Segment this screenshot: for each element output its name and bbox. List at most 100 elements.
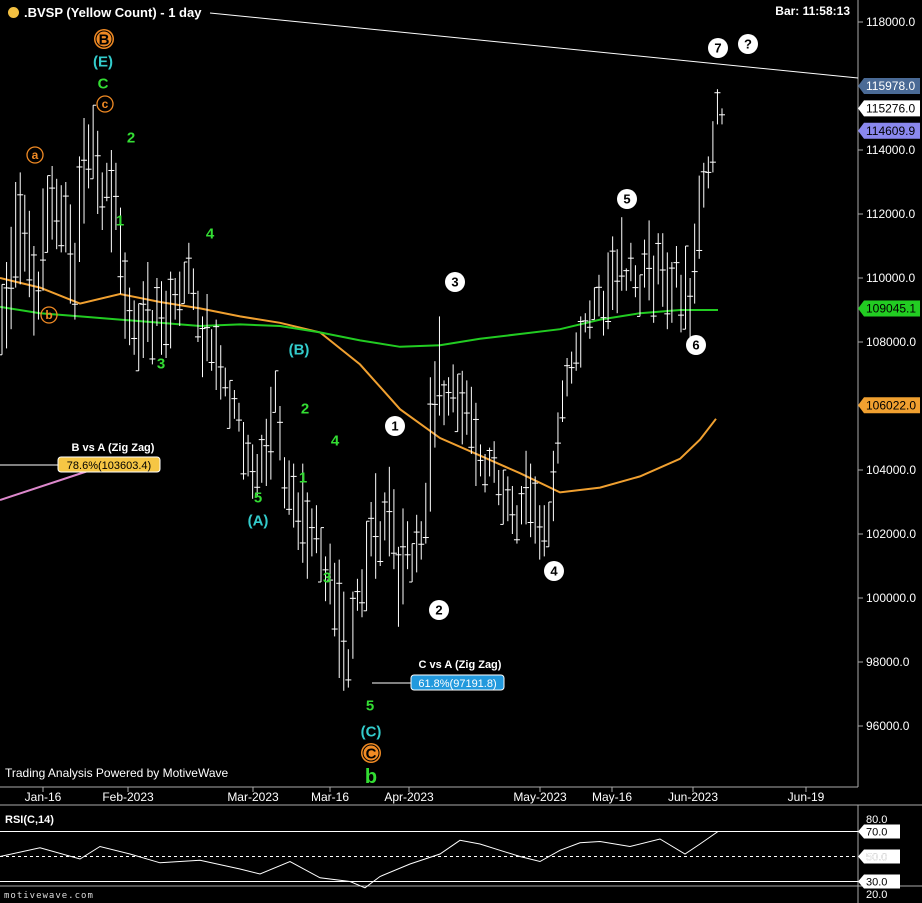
- wave-label-text: 2: [127, 129, 135, 146]
- wave-label-text: b: [45, 308, 52, 322]
- wave-label-text: a: [32, 148, 39, 162]
- wave-label: 3: [323, 569, 331, 586]
- x-tick-label: Mar-2023: [227, 790, 279, 804]
- wave-label: 1: [299, 469, 307, 486]
- wave-label-text: 5: [254, 489, 262, 506]
- wave-label-text: 4: [206, 225, 215, 242]
- wave-label: 3: [157, 355, 165, 372]
- wave-label: 4: [544, 561, 564, 581]
- wave-label-text: 4: [550, 564, 558, 579]
- footer-brand: motivewave.com: [4, 891, 94, 901]
- wave-label: ?: [738, 34, 758, 54]
- wave-label: 5: [617, 189, 637, 209]
- x-tick-label: May-16: [592, 790, 632, 804]
- price-tag-label: 109045.1: [866, 302, 916, 316]
- y-tick-label: 112000.0: [866, 207, 915, 221]
- wave-label: 3: [445, 272, 465, 292]
- y-tick-label: 104000.0: [866, 463, 916, 477]
- wave-label: 1: [385, 416, 405, 436]
- price-tag-label: 115276.0: [866, 101, 915, 115]
- wave-label-text: 5: [623, 192, 630, 207]
- wave-label: (C): [361, 723, 382, 740]
- price-tag-high: 115978.0: [858, 78, 920, 94]
- wave-label-text: (B): [289, 341, 310, 358]
- wave-label-text: ?: [744, 37, 752, 52]
- wave-label-text: (C): [361, 723, 382, 740]
- wave-label-text: 7: [714, 41, 721, 56]
- wave-label: 2: [301, 400, 309, 417]
- price-tag-last: 115276.0: [858, 100, 920, 117]
- y-tick-label: 114000.0: [866, 143, 915, 157]
- wave-label: (E): [93, 53, 113, 70]
- wave-label-text: 2: [301, 400, 309, 417]
- wave-label: 2: [429, 600, 449, 620]
- wave-label-text: (A): [248, 512, 269, 529]
- wave-label-text: (E): [93, 53, 113, 70]
- wave-label: C: [361, 743, 381, 763]
- y-tick-label: 96000.0: [866, 719, 910, 733]
- x-tick-label: Jun-19: [788, 790, 825, 804]
- wave-label: 2: [127, 129, 135, 146]
- price-tag-label: 115978.0: [866, 79, 915, 93]
- wave-label: 5: [254, 489, 262, 506]
- x-tick-label: Mar-16: [311, 790, 349, 804]
- rsi-level-tag: 70.0: [866, 827, 887, 839]
- wave-label-text: 1: [116, 212, 124, 229]
- rsi-tick-label: 80.0: [866, 814, 887, 826]
- status-dot-icon: [8, 7, 19, 18]
- price-tag-ma_slow: 109045.1: [858, 300, 920, 317]
- chart-title-text: .BVSP (Yellow Count) - 1 day: [24, 5, 202, 20]
- wave-label-text: B: [99, 31, 110, 48]
- wave-label-text: 5: [366, 697, 374, 714]
- wave-label-text: 2: [435, 603, 442, 618]
- wave-label-text: 1: [299, 469, 307, 486]
- wave-label-text: 4: [331, 432, 340, 449]
- price-tag-label: 106022.0: [866, 398, 916, 412]
- x-tick-label: May-2023: [513, 790, 567, 804]
- watermark: Trading Analysis Powered by MotiveWave: [5, 766, 229, 780]
- wave-label-text: 3: [451, 275, 458, 290]
- rsi-label: RSI(C,14): [5, 814, 54, 826]
- wave-label: 4: [331, 432, 340, 449]
- wave-label: 4: [206, 225, 215, 242]
- fib-title: C vs A (Zig Zag): [419, 659, 502, 671]
- fib-tag: 78.6%(103603.4): [67, 460, 151, 472]
- wave-label-text: 3: [323, 569, 331, 586]
- price-tag-label: 114609.9: [866, 124, 915, 138]
- wave-label: b: [365, 766, 377, 788]
- wave-label: 1: [116, 212, 124, 229]
- wave-label-text: 6: [692, 338, 699, 353]
- fib-title: B vs A (Zig Zag): [72, 442, 155, 454]
- wave-label: 6: [686, 335, 706, 355]
- wave-label-text: 3: [157, 355, 165, 372]
- wave-label-text: b: [365, 766, 377, 788]
- wave-label: C: [98, 75, 109, 92]
- x-tick-label: Jan-16: [25, 790, 62, 804]
- wave-label: 7: [708, 38, 728, 58]
- rsi-tick-label: 20.0: [866, 889, 887, 901]
- y-tick-label: 102000.0: [866, 527, 916, 541]
- rsi-level-tag: 30.0: [866, 877, 887, 889]
- bar-timer: Bar: 11:58:13: [775, 4, 850, 18]
- y-tick-label: 110000.0: [866, 271, 915, 285]
- wave-label: (B): [289, 341, 310, 358]
- rsi-tick-label: 50.0: [866, 852, 887, 864]
- y-tick-label: 98000.0: [866, 655, 910, 669]
- x-tick-label: Jun-2023: [668, 790, 718, 804]
- wave-label-text: 1: [391, 419, 398, 434]
- fib-tag: 61.8%(97191.8): [418, 678, 496, 690]
- price-tag-current: 114609.9: [858, 122, 920, 139]
- wave-label: 5: [366, 697, 374, 714]
- y-tick-label: 118000.0: [866, 15, 915, 29]
- y-tick-label: 100000.0: [866, 591, 916, 605]
- wave-label: B: [94, 29, 114, 49]
- wave-label-text: C: [98, 75, 109, 92]
- wave-label-text: C: [366, 745, 377, 762]
- x-tick-label: Feb-2023: [102, 790, 154, 804]
- wave-label: (A): [248, 512, 269, 529]
- x-tick-label: Apr-2023: [384, 790, 434, 804]
- wave-label-text: c: [102, 97, 109, 111]
- chart-title: .BVSP (Yellow Count) - 1 day: [8, 5, 201, 20]
- price-tag-ma_fast: 106022.0: [858, 397, 920, 414]
- y-tick-label: 108000.0: [866, 335, 916, 349]
